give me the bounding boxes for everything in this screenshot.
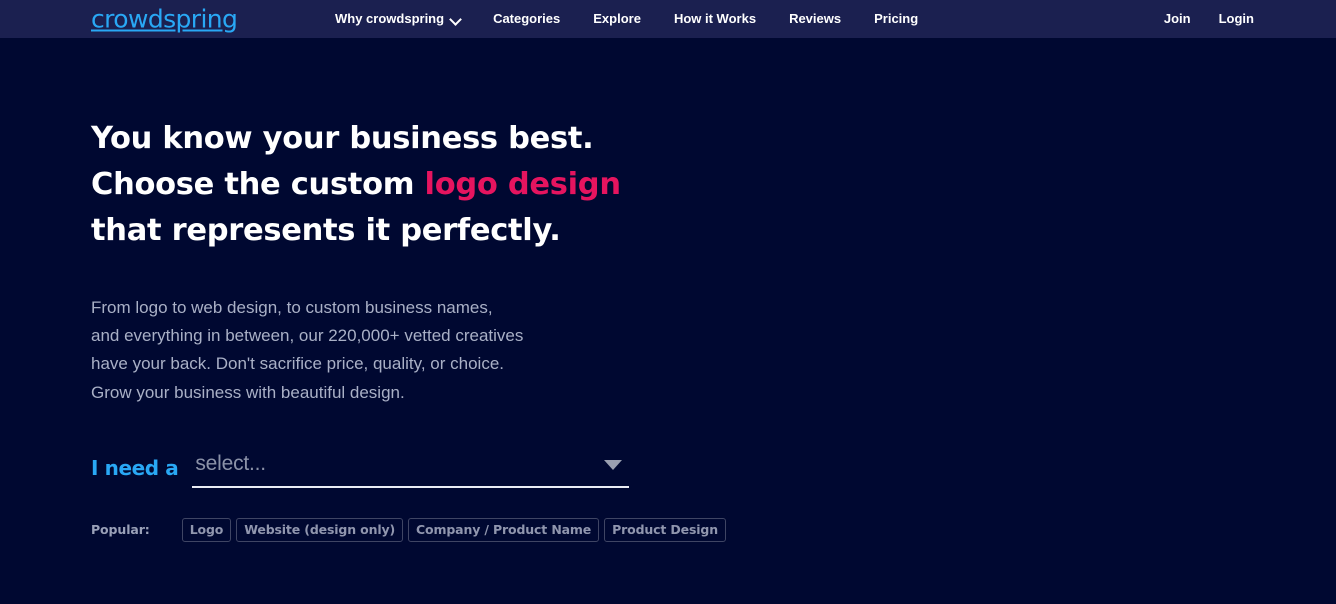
service-select-placeholder: select... (195, 451, 266, 475)
popular-tag-website-design-only[interactable]: Website (design only) (236, 517, 404, 542)
headline-line-1: You know your business best. (91, 121, 594, 156)
headline-line-2: Choose the custom logo design (91, 162, 711, 208)
nav-item-label: Pricing (874, 11, 919, 26)
nav-item-how-it-works[interactable]: How it Works (658, 0, 773, 38)
nav-item-explore[interactable]: Explore (577, 0, 658, 38)
nav-item-label: How it Works (673, 11, 757, 26)
account-navigation: Join Login (1164, 0, 1254, 38)
crowdspring-logo[interactable]: crowdspring (91, 7, 238, 32)
chevron-down-icon (451, 14, 460, 23)
nav-item-pricing[interactable]: Pricing (858, 0, 935, 38)
nav-item-why-crowdspring[interactable]: Why crowdspring (335, 0, 477, 38)
headline-accent-logo-design: logo design (424, 167, 621, 202)
headline-line-2-prefix: Choose the custom (91, 167, 425, 202)
headline-line-3: that represents it perfectly. (91, 213, 561, 248)
hero-content: You know your business best. Choose the … (91, 38, 726, 542)
hero-subcopy: From logo to web design, to custom busin… (91, 294, 711, 407)
triangle-down-icon[interactable] (604, 459, 623, 470)
login-link[interactable]: Login (1219, 0, 1254, 38)
subcopy-line-4: Grow your business with beautiful design… (91, 382, 405, 402)
service-selector-row: I need a select... (91, 448, 711, 488)
nav-item-label: Explore (593, 11, 641, 26)
popular-label: Popular: (91, 522, 150, 538)
nav-item-categories[interactable]: Categories (477, 0, 577, 38)
subcopy-line-1: From logo to web design, to custom busin… (91, 298, 493, 317)
primary-navigation: Why crowdspring Categories Explore How i… (335, 0, 935, 38)
join-link[interactable]: Join (1164, 0, 1191, 38)
subcopy-line-3: have your back. Don't sacrifice price, q… (91, 354, 505, 374)
nav-item-reviews[interactable]: Reviews (773, 0, 858, 38)
popular-tag-logo[interactable]: Logo (181, 517, 232, 542)
site-header: crowdspring Why crowdspring Categories E… (0, 0, 1336, 38)
hero-headline: You know your business best. Choose the … (91, 116, 711, 254)
popular-tags-row: Popular: Logo Website (design only) Comp… (91, 517, 726, 542)
i-need-a-label: I need a (91, 455, 179, 480)
nav-item-label: Reviews (789, 11, 842, 26)
hero-section: You know your business best. Choose the … (0, 38, 1336, 604)
nav-item-label: Why crowdspring (335, 11, 445, 26)
popular-tags-list: Logo Website (design only) Company / Pro… (181, 517, 726, 542)
nav-item-label: Categories (493, 11, 561, 26)
service-select[interactable]: select... (192, 448, 630, 488)
popular-tag-company-product-name[interactable]: Company / Product Name (408, 517, 600, 542)
subcopy-line-2: and everything in between, our 220,000+ … (91, 326, 524, 346)
popular-tag-product-design[interactable]: Product Design (604, 517, 726, 542)
